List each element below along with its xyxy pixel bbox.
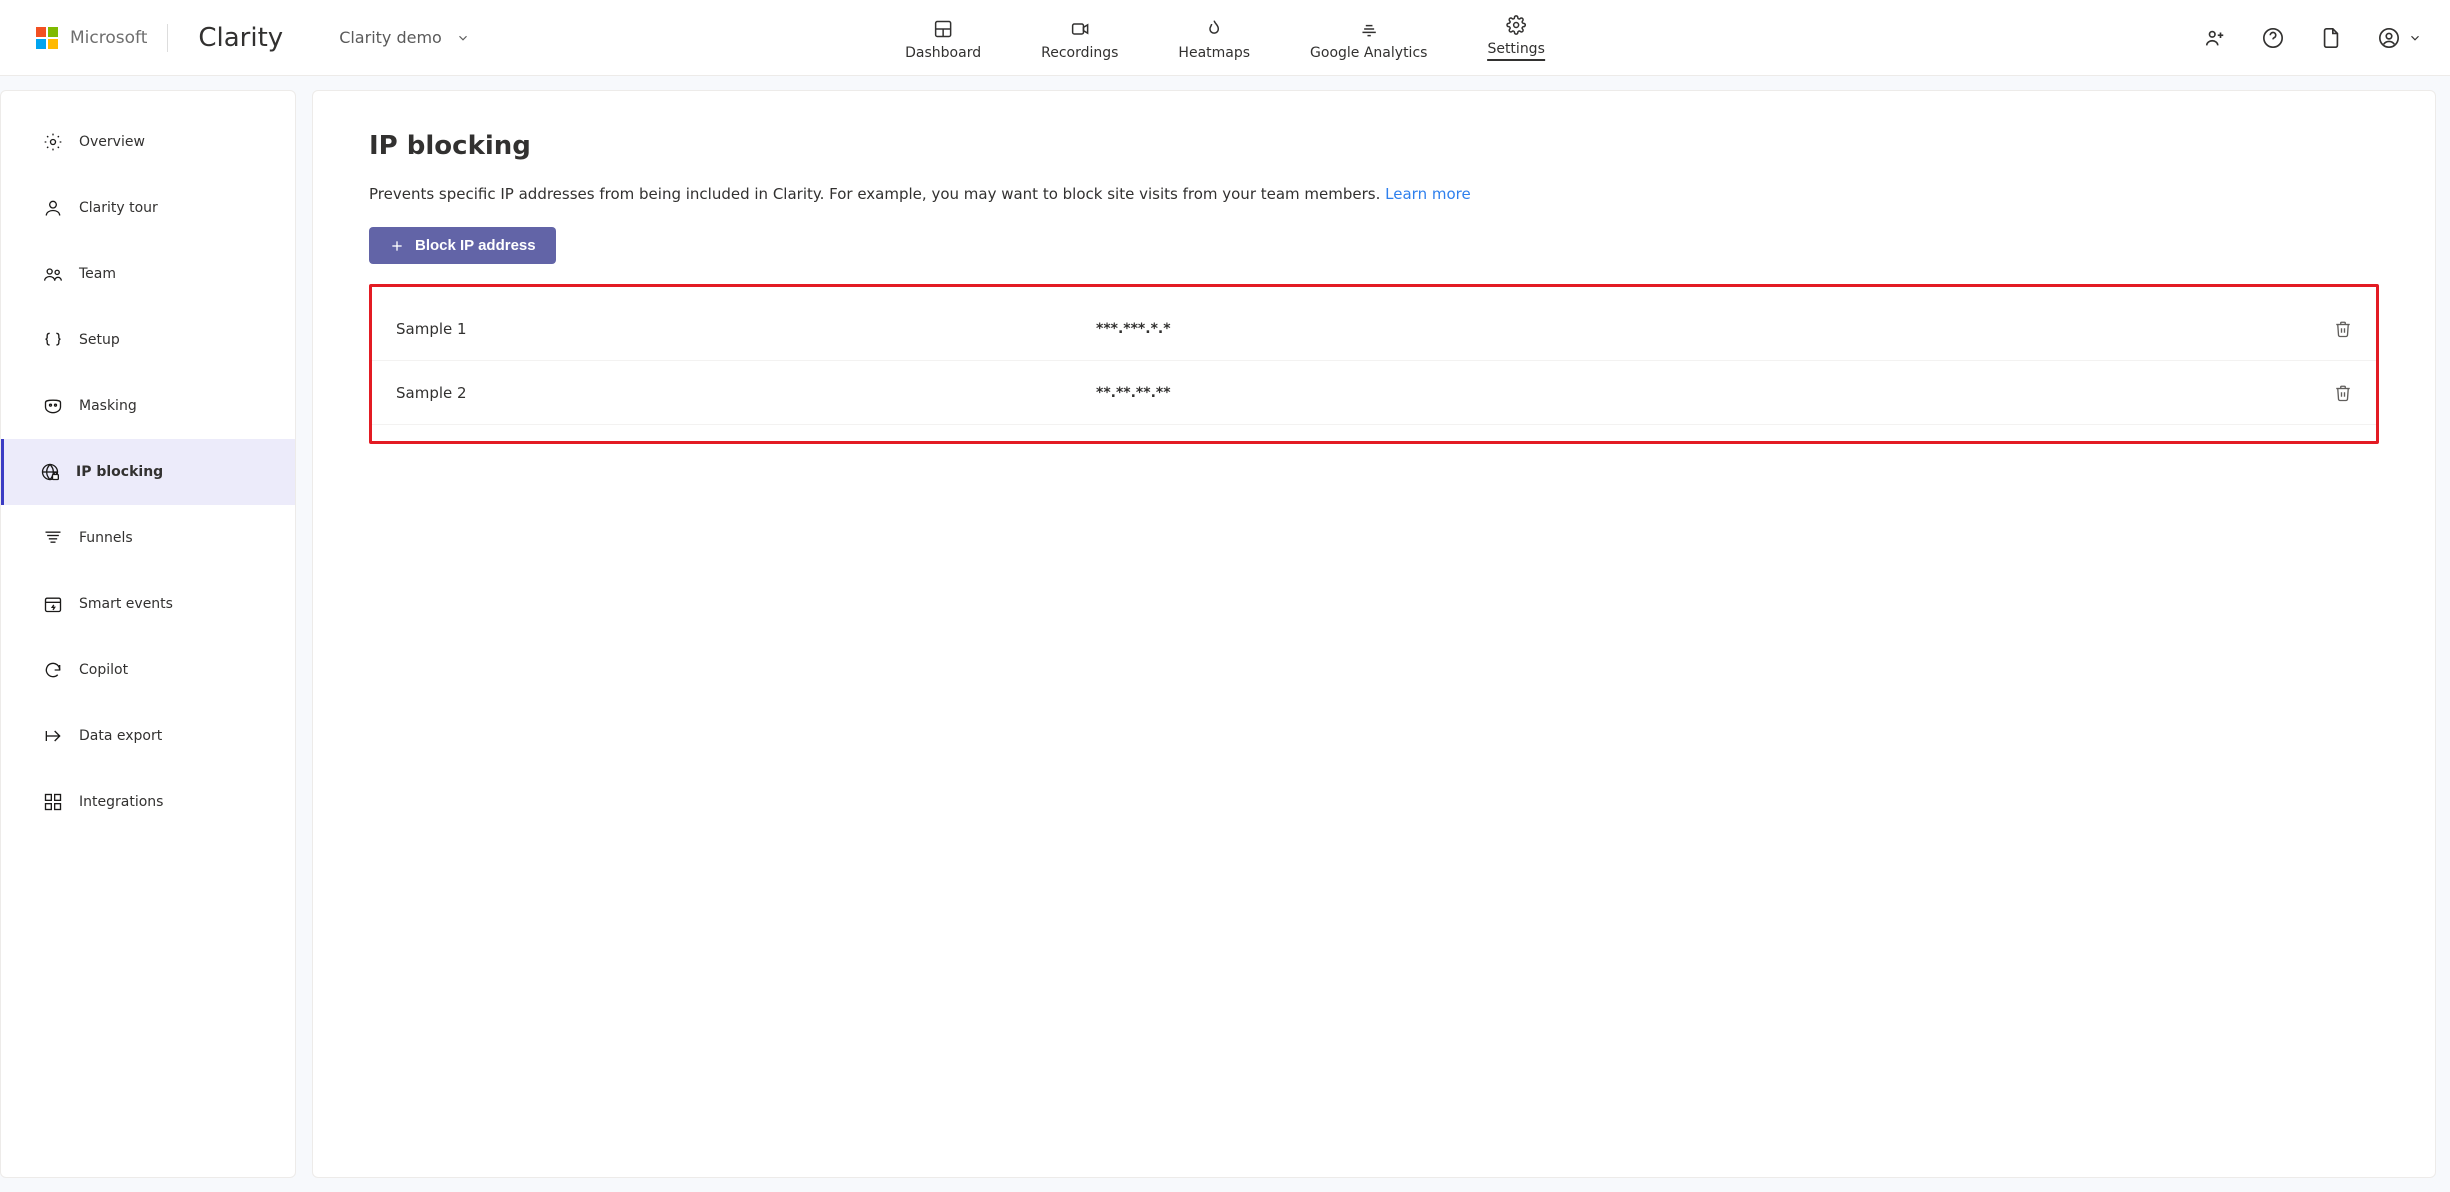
settings-sidebar: Overview Clarity tour Team Setup Masking… [0, 90, 296, 1178]
sidebar-label: Masking [79, 398, 137, 414]
sidebar-item-ip-blocking[interactable]: IP blocking [1, 439, 295, 505]
trash-icon [2334, 384, 2352, 402]
chevron-down-icon [456, 31, 470, 45]
stack-icon [1359, 19, 1379, 39]
help-icon [2262, 27, 2284, 49]
gear-icon [1506, 15, 1526, 35]
document-icon [2320, 27, 2342, 49]
globe-lock-icon [40, 462, 60, 482]
ip-row-delete[interactable] [2312, 320, 2352, 338]
plus-icon [389, 238, 405, 254]
microsoft-logo-icon [36, 27, 58, 49]
sidebar-item-overview[interactable]: Overview [4, 109, 295, 175]
flame-icon [1204, 19, 1224, 39]
button-label: Block IP address [415, 237, 536, 254]
primary-nav: Dashboard Recordings Heatmaps Google Ana… [905, 0, 1545, 75]
product-name[interactable]: Clarity [198, 23, 283, 53]
grid-icon [43, 792, 63, 812]
trash-icon [2334, 320, 2352, 338]
sidebar-item-setup[interactable]: Setup [4, 307, 295, 373]
sidebar-label: Funnels [79, 530, 133, 546]
gear-icon [43, 132, 63, 152]
header-actions [2204, 27, 2422, 49]
ip-row-address: **.**.**.** [1096, 385, 2312, 401]
ip-row-delete[interactable] [2312, 384, 2352, 402]
calendar-bolt-icon [43, 594, 63, 614]
layout-icon [933, 19, 953, 39]
brand-separator [167, 24, 168, 52]
funnel-icon [43, 528, 63, 548]
share-button[interactable] [2204, 27, 2226, 49]
sidebar-label: Clarity tour [79, 200, 158, 216]
sidebar-item-tour[interactable]: Clarity tour [4, 175, 295, 241]
ip-row-address: ***.***.*.* [1096, 321, 2312, 337]
nav-label: Heatmaps [1178, 45, 1250, 61]
sidebar-item-funnels[interactable]: Funnels [4, 505, 295, 571]
nav-label: Dashboard [905, 45, 981, 61]
sidebar-label: Setup [79, 332, 120, 348]
mask-icon [43, 396, 63, 416]
braces-icon [43, 330, 63, 350]
project-name: Clarity demo [339, 28, 442, 47]
nav-google-analytics[interactable]: Google Analytics [1310, 19, 1427, 65]
sidebar-item-integrations[interactable]: Integrations [4, 769, 295, 835]
block-ip-button[interactable]: Block IP address [369, 227, 556, 264]
ip-row: Sample 1 ***.***.*.* [372, 297, 2376, 361]
sidebar-item-team[interactable]: Team [4, 241, 295, 307]
help-button[interactable] [2262, 27, 2284, 49]
sidebar-label: Copilot [79, 662, 128, 678]
nav-recordings[interactable]: Recordings [1041, 19, 1118, 65]
arrow-right-icon [43, 726, 63, 746]
people-icon [43, 264, 63, 284]
nav-settings[interactable]: Settings [1487, 15, 1544, 65]
sidebar-label: Team [79, 266, 116, 282]
sidebar-item-smart-events[interactable]: Smart events [4, 571, 295, 637]
main-panel: IP blocking Prevents specific IP address… [312, 90, 2436, 1178]
ip-row: Sample 2 **.**.**.** [372, 361, 2376, 425]
sidebar-item-masking[interactable]: Masking [4, 373, 295, 439]
sidebar-label: IP blocking [76, 464, 163, 480]
sidebar-item-data-export[interactable]: Data export [4, 703, 295, 769]
sidebar-label: Data export [79, 728, 162, 744]
refresh-icon [43, 660, 63, 680]
nav-heatmaps[interactable]: Heatmaps [1178, 19, 1250, 65]
learn-more-link[interactable]: Learn more [1385, 185, 1471, 203]
page-title: IP blocking [369, 131, 2379, 161]
ip-row-name: Sample 2 [396, 384, 1096, 402]
sidebar-label: Overview [79, 134, 145, 150]
description-text: Prevents specific IP addresses from bein… [369, 185, 1385, 203]
user-outline-icon [43, 198, 63, 218]
top-header: Microsoft Clarity Clarity demo Dashboard… [0, 0, 2450, 76]
people-plus-icon [2204, 27, 2226, 49]
nav-label: Google Analytics [1310, 45, 1427, 61]
nav-dashboard[interactable]: Dashboard [905, 19, 981, 65]
org-label: Microsoft [70, 28, 147, 48]
sidebar-label: Smart events [79, 596, 173, 612]
sidebar-label: Integrations [79, 794, 163, 810]
chevron-down-icon [2408, 31, 2422, 45]
docs-button[interactable] [2320, 27, 2342, 49]
project-selector[interactable]: Clarity demo [339, 28, 470, 47]
page-description: Prevents specific IP addresses from bein… [369, 185, 2379, 203]
sidebar-item-copilot[interactable]: Copilot [4, 637, 295, 703]
ip-list-highlight: Sample 1 ***.***.*.* Sample 2 **.**.**.*… [369, 284, 2379, 444]
video-icon [1070, 19, 1090, 39]
user-circle-icon [2378, 27, 2400, 49]
ip-row-name: Sample 1 [396, 320, 1096, 338]
nav-label: Settings [1487, 41, 1544, 61]
user-menu[interactable] [2378, 27, 2422, 49]
nav-label: Recordings [1041, 45, 1118, 61]
